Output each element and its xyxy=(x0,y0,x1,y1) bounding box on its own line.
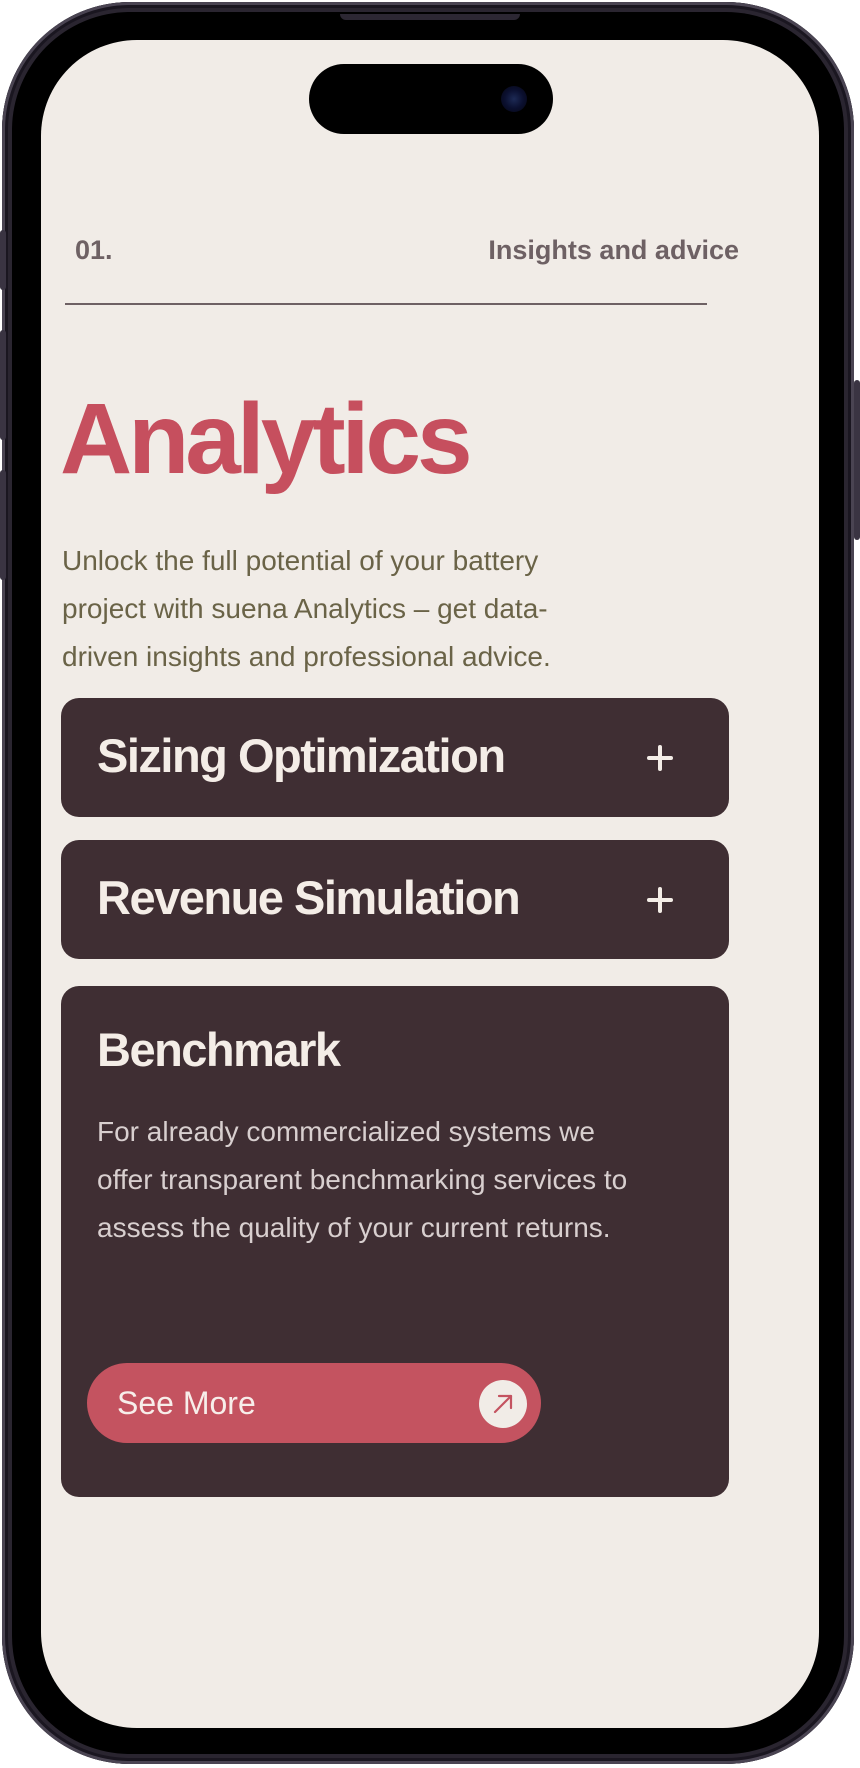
accordion-item-revenue-simulation[interactable]: Revenue Simulation xyxy=(61,840,729,959)
action-button xyxy=(0,230,6,290)
section-number: 01. xyxy=(75,235,113,265)
screen: 01. Insights and advice Analytics Unlock… xyxy=(41,40,819,1728)
accordion-title: Benchmark xyxy=(97,1023,341,1076)
page-title: Analytics xyxy=(60,383,473,495)
arrow-up-right-icon xyxy=(479,1380,527,1428)
phone-mockup: 01. Insights and advice Analytics Unlock… xyxy=(0,0,860,1768)
accordion-description: For already commercialized systems we of… xyxy=(97,1116,628,1243)
section-header: 01. Insights and advice xyxy=(65,235,745,275)
plus-icon[interactable] xyxy=(647,887,673,913)
volume-down-button xyxy=(0,470,6,580)
section-divider xyxy=(65,303,707,305)
plus-icon[interactable] xyxy=(647,745,673,771)
accordion-title: Revenue Simulation xyxy=(97,871,521,924)
see-more-button[interactable]: See More xyxy=(87,1363,541,1443)
power-button xyxy=(854,380,860,540)
accordion-item-sizing-optimization[interactable]: Sizing Optimization xyxy=(61,698,729,817)
accordion-title: Sizing Optimization xyxy=(97,729,506,782)
section-label: Insights and advice xyxy=(488,235,739,265)
intro-text: Unlock the full potential of your batter… xyxy=(62,545,551,672)
camera-icon xyxy=(501,86,527,112)
volume-up-button xyxy=(0,330,6,440)
phone-speaker-grille xyxy=(340,14,520,20)
dynamic-island xyxy=(309,64,553,134)
see-more-label: See More xyxy=(117,1385,256,1421)
accordion-item-benchmark[interactable]: Benchmark For already commercialized sys… xyxy=(61,986,729,1497)
